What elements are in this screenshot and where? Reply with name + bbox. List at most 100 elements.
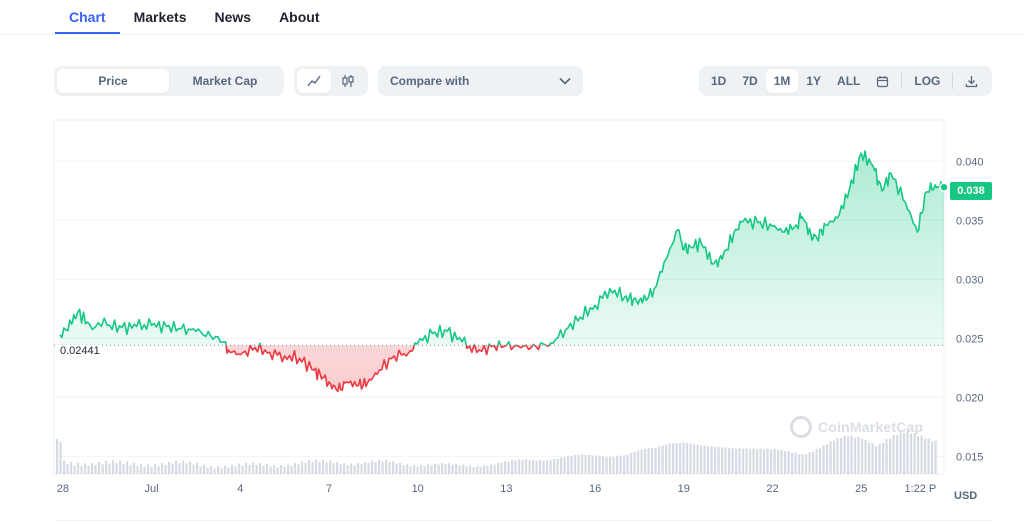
volume-bar bbox=[542, 460, 545, 474]
range-1d-button[interactable]: 1D bbox=[703, 69, 734, 93]
volume-bar bbox=[451, 464, 454, 474]
volume-bar bbox=[350, 463, 353, 474]
volume-bar bbox=[157, 466, 160, 474]
volume-bar bbox=[367, 462, 370, 474]
volume-bar bbox=[570, 455, 573, 474]
volume-bar bbox=[696, 444, 699, 474]
volume-bar bbox=[168, 461, 171, 474]
volume-bar bbox=[325, 462, 328, 474]
volume-bar bbox=[441, 463, 444, 474]
volume-bar bbox=[742, 448, 745, 474]
volume-bar bbox=[273, 464, 276, 474]
volume-bar bbox=[217, 466, 220, 474]
volume-bar bbox=[178, 462, 181, 474]
volume-bar bbox=[276, 467, 279, 474]
volume-bar bbox=[801, 454, 804, 474]
price-line-up bbox=[59, 150, 944, 346]
tab-news[interactable]: News bbox=[200, 0, 265, 34]
main-tabs: Chart Markets News About bbox=[55, 0, 334, 34]
volume-bar bbox=[850, 435, 853, 474]
volume-bar bbox=[371, 460, 374, 474]
volume-bar bbox=[427, 464, 430, 474]
range-1y-button[interactable]: 1Y bbox=[798, 69, 829, 93]
candlestick-button[interactable] bbox=[331, 69, 365, 93]
calendar-button[interactable] bbox=[868, 69, 897, 93]
volume-bar bbox=[164, 465, 167, 474]
volume-bar bbox=[514, 460, 517, 474]
volume-bar bbox=[889, 438, 892, 474]
x-tick-label: 13 bbox=[500, 483, 512, 495]
volume-bar bbox=[605, 457, 608, 474]
volume-bar bbox=[458, 465, 461, 474]
volume-bar bbox=[913, 433, 916, 474]
volume-bar bbox=[633, 451, 636, 474]
volume-bar bbox=[287, 464, 290, 474]
tab-about[interactable]: About bbox=[265, 0, 333, 34]
volume-bar bbox=[430, 465, 433, 474]
y-tick-label: 0.030 bbox=[956, 274, 984, 286]
volume-bar bbox=[686, 442, 689, 474]
volume-bar bbox=[703, 445, 706, 474]
y-tick-label: 0.040 bbox=[956, 156, 984, 168]
market-cap-button[interactable]: Market Cap bbox=[169, 69, 281, 93]
range-all-button[interactable]: ALL bbox=[829, 69, 868, 93]
volume-bar bbox=[612, 457, 615, 474]
volume-bar bbox=[787, 450, 790, 474]
volume-bar bbox=[94, 465, 97, 474]
tab-markets[interactable]: Markets bbox=[120, 0, 201, 34]
volume-bar bbox=[199, 466, 202, 474]
volume-bar bbox=[122, 463, 125, 474]
volume-bar bbox=[651, 447, 654, 474]
x-tick-label: 19 bbox=[678, 483, 690, 495]
volume-bar bbox=[479, 467, 482, 474]
line-chart-icon bbox=[307, 75, 321, 87]
volume-bar bbox=[364, 461, 367, 474]
volume-bar bbox=[77, 462, 80, 474]
volume-bar bbox=[238, 463, 241, 474]
volume-bar bbox=[143, 466, 146, 474]
volume-bar bbox=[304, 462, 307, 474]
price-button[interactable]: Price bbox=[57, 69, 169, 93]
watermark-logo: CoinMarketCap bbox=[790, 416, 923, 438]
y-tick-label: 0.025 bbox=[956, 333, 984, 345]
volume-bar bbox=[745, 448, 748, 474]
price-line-down bbox=[225, 345, 551, 393]
volume-bar bbox=[332, 463, 335, 474]
volume-bar bbox=[259, 463, 262, 474]
volume-bar bbox=[416, 466, 419, 474]
volume-bar bbox=[353, 465, 356, 474]
metric-toggle: Price Market Cap bbox=[54, 66, 284, 96]
download-button[interactable] bbox=[957, 69, 986, 93]
volume-bar bbox=[752, 448, 755, 474]
volume-bar bbox=[724, 447, 727, 474]
volume-bar bbox=[192, 464, 195, 474]
volume-bar bbox=[182, 460, 185, 474]
log-scale-button[interactable]: LOG bbox=[906, 69, 948, 93]
range-7d-button[interactable]: 7D bbox=[734, 69, 765, 93]
volume-bar bbox=[794, 452, 797, 474]
volume-bar bbox=[80, 465, 83, 474]
volume-bar bbox=[518, 459, 521, 474]
volume-bar bbox=[73, 465, 76, 474]
volume-bar bbox=[280, 465, 283, 474]
volume-bar bbox=[101, 464, 104, 474]
chart-type-toggle bbox=[294, 66, 368, 96]
volume-bar bbox=[854, 437, 857, 474]
volume-bar bbox=[150, 466, 153, 474]
volume-bar bbox=[857, 437, 860, 474]
line-chart-button[interactable] bbox=[297, 69, 331, 93]
volume-bar bbox=[507, 461, 510, 474]
volume-bar bbox=[934, 440, 937, 474]
volume-bar bbox=[591, 455, 594, 474]
x-tick-label: 16 bbox=[589, 483, 601, 495]
volume-bar bbox=[126, 461, 129, 474]
volume-bar bbox=[581, 454, 584, 474]
tab-chart[interactable]: Chart bbox=[55, 0, 120, 34]
compare-dropdown[interactable]: Compare with bbox=[378, 66, 583, 96]
volume-bar bbox=[598, 456, 601, 474]
range-1m-button[interactable]: 1M bbox=[765, 69, 799, 93]
volume-bar bbox=[266, 464, 269, 474]
volume-bar bbox=[577, 455, 580, 474]
volume-bar bbox=[717, 446, 720, 474]
volume-bar bbox=[189, 461, 192, 474]
